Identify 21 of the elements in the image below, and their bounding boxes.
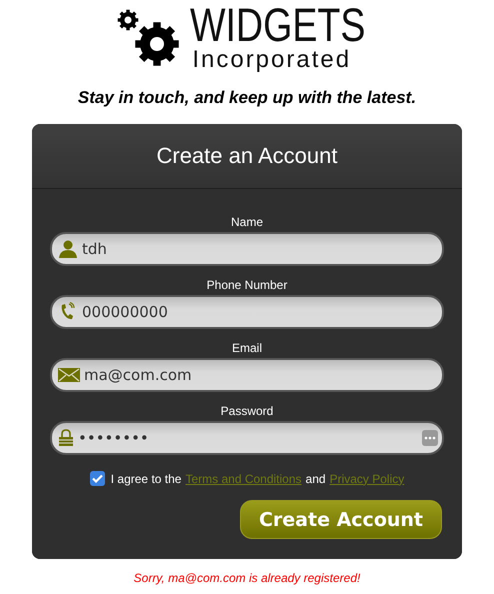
logo-title: WIDGETS bbox=[190, 2, 366, 48]
input-field[interactable]: •••••••• bbox=[50, 421, 444, 455]
field-label: Phone Number bbox=[206, 278, 288, 292]
field-label: Name bbox=[230, 215, 264, 229]
envelope-icon bbox=[58, 367, 80, 383]
password-manager-icon[interactable] bbox=[422, 430, 438, 446]
form-title: Create an Account bbox=[156, 143, 338, 169]
lock-icon bbox=[58, 429, 74, 447]
logo-subtitle: Incorporated bbox=[192, 48, 352, 72]
agree-text: I agree to the bbox=[110, 472, 182, 486]
tagline: Stay in touch, and keep up with the latest. bbox=[78, 88, 416, 108]
input-field[interactable]: 000000000 bbox=[50, 295, 444, 329]
person-icon bbox=[58, 239, 78, 259]
field-label: Email bbox=[230, 341, 263, 355]
agree-checkbox[interactable] bbox=[90, 471, 105, 486]
error-message: Sorry, ma@com.com is already registered! bbox=[134, 571, 360, 585]
agree-text: and bbox=[306, 472, 326, 486]
create-account-button[interactable]: Create Account bbox=[240, 500, 442, 539]
input-field[interactable]: tdh bbox=[50, 232, 444, 266]
input-field[interactable]: ma@com.com bbox=[50, 358, 444, 392]
field-label: Password bbox=[220, 404, 274, 418]
